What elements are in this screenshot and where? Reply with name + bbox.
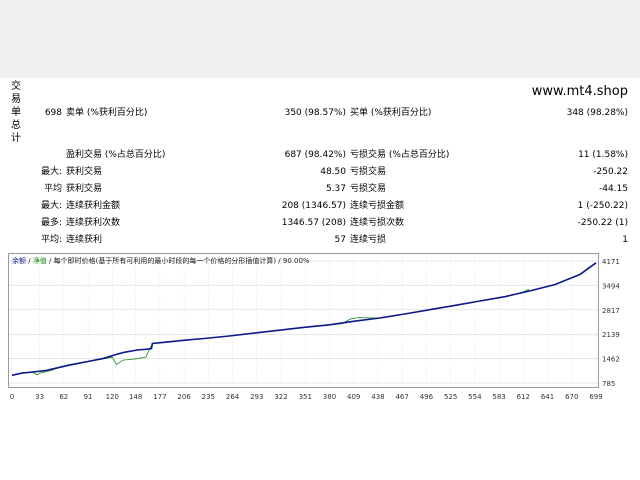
- row-left-value: 5.37: [325, 184, 346, 194]
- y-tick-label: 785: [602, 380, 615, 388]
- x-tick-label: 583: [492, 393, 505, 401]
- x-tick-label: 177: [153, 393, 166, 401]
- side-title-char: 交: [11, 81, 21, 92]
- x-tick-label: 0: [10, 393, 14, 401]
- row-right-value: -250.22: [593, 167, 628, 177]
- stats-row: 盈利交易 (%占总百分比) 687 (98.42%) 亏损交易 (%占总百分比)…: [0, 147, 640, 163]
- row-left-value: 1346.57 (208): [281, 218, 346, 228]
- legend-description: / 每个即时价格(基于所有可利用的最小时段的每一个价格的分形插值计算) / 90…: [46, 257, 310, 265]
- stats-row: 平均: 连续获利 57 连续亏损 1: [0, 232, 640, 248]
- watermark: www.mt4.shop: [531, 84, 628, 99]
- row-right-label: 亏损交易: [350, 184, 387, 194]
- row-left-value: 48.50: [320, 167, 346, 177]
- top-banner: [0, 0, 640, 78]
- row-right-value: -250.22 (1): [577, 218, 628, 228]
- row-right-value: 1: [622, 235, 628, 245]
- y-tick-label: 3494: [602, 282, 620, 290]
- row-right-value: -44.15: [598, 184, 628, 194]
- row-label: 最多:: [40, 218, 62, 228]
- legend-separator: /: [26, 257, 33, 265]
- x-tick-label: 120: [106, 393, 119, 401]
- x-tick-label: 409: [347, 393, 360, 401]
- row-left-label: 获利交易: [66, 184, 103, 194]
- stats-row: 最大: 获利交易 48.50 亏损交易 -250.22: [0, 164, 640, 180]
- row-right-label: 连续亏损次数: [350, 218, 405, 228]
- x-tick-label: 612: [517, 393, 530, 401]
- x-tick-label: 699: [589, 393, 602, 401]
- row-label: 平均: [43, 184, 62, 194]
- stats-row: 最大: 连续获利金额 208 (1346.57) 连续亏损金额 1 (-250.…: [0, 198, 640, 214]
- row-right-value: 1 (-250.22): [577, 201, 628, 211]
- y-tick-label: 1462: [602, 356, 620, 364]
- y-tick-label: 2817: [602, 307, 620, 315]
- x-tick-label: 148: [129, 393, 142, 401]
- row-right-value: 348 (98.28%): [566, 108, 628, 118]
- legend-equity: 净值: [32, 257, 47, 265]
- row-count: 698: [44, 108, 62, 118]
- x-tick-label: 554: [468, 393, 482, 401]
- x-axis: 0 33 62 91 120 148 177 206 235 264 293 322 351 380 409…: [10, 393, 603, 401]
- row-left-label: 连续获利次数: [66, 218, 121, 228]
- x-tick-label: 467: [395, 393, 408, 401]
- x-tick-label: 264: [226, 393, 240, 401]
- legend-balance: 余额: [12, 257, 26, 265]
- row-label: 最大:: [40, 167, 62, 177]
- x-tick-label: 670: [565, 393, 578, 401]
- row-right-label: 买单 (%获利百分比): [350, 108, 432, 118]
- x-tick-label: 322: [274, 393, 287, 401]
- y-tick-label: 2139: [602, 331, 620, 339]
- x-tick-label: 33: [35, 393, 44, 401]
- x-tick-label: 438: [371, 393, 384, 401]
- row-left-value: 687 (98.42%): [284, 150, 346, 160]
- row-left-value: 350 (98.57%): [284, 108, 346, 118]
- x-tick-label: 525: [444, 393, 457, 401]
- equity-chart: 4171 3494 2817 2139 1462 785 0 33 62 91 120 148 177…: [8, 253, 620, 401]
- x-tick-label: 235: [202, 393, 215, 401]
- chart-legend: 余额 / 净值 / 每个即时价格(基于所有可利用的最小时段的每一个价格的分形插值…: [12, 256, 310, 266]
- x-tick-label: 351: [299, 393, 312, 401]
- row-right-value: 11 (1.58%): [578, 150, 628, 160]
- row-left-label: 卖单 (%获利百分比): [66, 108, 148, 118]
- row-left-label: 获利交易: [66, 167, 103, 177]
- row-left-value: 57: [334, 235, 346, 245]
- row-right-label: 亏损交易: [350, 167, 387, 177]
- row-left-label: 连续获利金额: [66, 201, 121, 211]
- row-right-label: 连续亏损金额: [350, 201, 405, 211]
- chart-frame: [8, 253, 599, 388]
- row-left-label: 盈利交易 (%占总百分比): [66, 150, 166, 160]
- x-tick-label: 206: [177, 393, 191, 401]
- stats-row: 698 卖单 (%获利百分比) 350 (98.57%) 买单 (%获利百分比)…: [0, 105, 640, 121]
- x-tick-label: 496: [420, 393, 434, 401]
- stats-row: 平均 获利交易 5.37 亏损交易 -44.15: [0, 181, 640, 197]
- row-label: 最大:: [40, 201, 62, 211]
- x-tick-label: 641: [541, 393, 554, 401]
- stats-row: 最多: 连续获利次数 1346.57 (208) 连续亏损次数 -250.22 …: [0, 215, 640, 231]
- x-tick-label: 62: [59, 393, 68, 401]
- y-axis: 4171 3494 2817 2139 1462 785: [602, 258, 620, 388]
- x-tick-label: 293: [250, 393, 263, 401]
- row-left-value: 208 (1346.57): [281, 201, 346, 211]
- side-title-char: 计: [11, 133, 21, 144]
- x-tick-label: 380: [323, 393, 336, 401]
- row-label: 平均:: [40, 235, 62, 245]
- row-left-label: 连续获利: [66, 235, 103, 245]
- x-tick-label: 91: [84, 393, 93, 401]
- row-right-label: 亏损交易 (%占总百分比): [350, 150, 450, 160]
- row-right-label: 连续亏损: [350, 235, 387, 245]
- y-tick-label: 4171: [602, 258, 620, 266]
